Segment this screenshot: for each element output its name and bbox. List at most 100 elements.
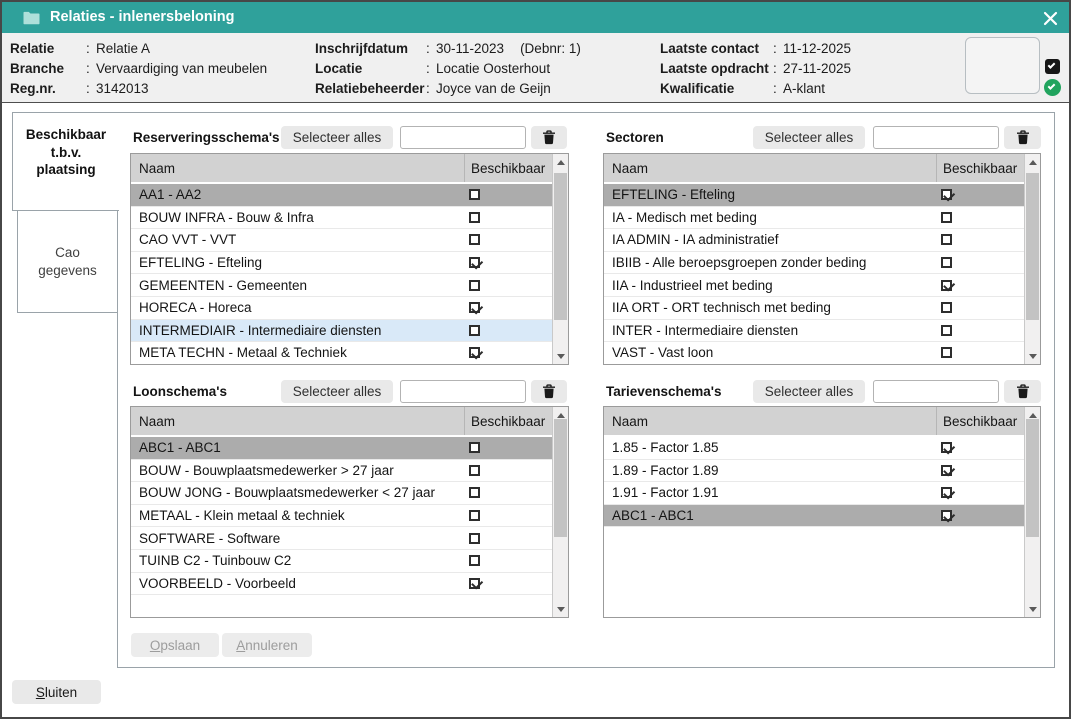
table-row[interactable]: IIA ORT - ORT technisch met beding <box>604 297 1024 320</box>
row-name: IA - Medisch met beding <box>604 210 936 225</box>
beschikbaar-checkbox[interactable] <box>469 189 480 200</box>
beschikbaar-checkbox[interactable] <box>941 325 952 336</box>
table-row[interactable]: HORECA - Horeca <box>131 297 552 320</box>
beschikbaar-checkbox[interactable] <box>941 302 952 313</box>
table-row[interactable]: ABC1 - ABC1 <box>131 437 552 460</box>
beschikbaar-checkbox[interactable] <box>941 234 952 245</box>
scrollbar-thumb[interactable] <box>554 419 567 537</box>
table-row[interactable]: TUINB C2 - Tuinbouw C2 <box>131 550 552 573</box>
beschikbaar-checkbox[interactable] <box>941 257 952 268</box>
beschikbaar-cell <box>936 280 1024 291</box>
beschikbaar-checkbox[interactable] <box>469 347 480 358</box>
search-input[interactable] <box>400 126 526 149</box>
table-row[interactable]: BOUW INFRA - Bouw & Infra <box>131 207 552 230</box>
beschikbaar-checkbox[interactable] <box>941 212 952 223</box>
table-row[interactable]: 1.91 - Factor 1.91 <box>604 482 1024 505</box>
table-row[interactable]: IBIIB - Alle beroepsgroepen zonder bedin… <box>604 252 1024 275</box>
table-row[interactable]: BOUW - Bouwplaatsmedewerker > 27 jaar <box>131 460 552 483</box>
beschikbaar-cell <box>464 325 552 336</box>
select-all-button[interactable]: Selecteer alles <box>753 380 865 403</box>
vertical-scrollbar[interactable] <box>552 154 568 364</box>
beschikbaar-checkbox[interactable] <box>469 555 480 566</box>
beschikbaar-checkbox[interactable] <box>941 189 952 200</box>
row-name: SOFTWARE - Software <box>131 531 464 546</box>
select-all-button[interactable]: Selecteer alles <box>753 126 865 149</box>
beschikbaar-checkbox[interactable] <box>469 533 480 544</box>
beschikbaar-checkbox[interactable] <box>469 487 480 498</box>
table-row[interactable]: IA - Medisch met beding <box>604 207 1024 230</box>
scroll-up-button[interactable] <box>1025 154 1040 170</box>
scroll-down-button[interactable] <box>1025 348 1040 364</box>
row-name: VAST - Vast loon <box>604 345 936 360</box>
beschikbaar-checkbox[interactable] <box>469 442 480 453</box>
close-button[interactable] <box>1038 7 1062 29</box>
scroll-down-button[interactable] <box>1025 601 1040 617</box>
cancel-button[interactable]: Annuleren <box>222 633 312 657</box>
select-all-button[interactable]: Selecteer alles <box>281 126 393 149</box>
select-all-button[interactable]: Selecteer alles <box>281 380 393 403</box>
tab-beschikbaar-tbv-plaatsing[interactable]: Beschikbaar t.b.v. plaatsing <box>12 112 119 211</box>
tab-cao-gegevens[interactable]: Cao gegevens <box>17 211 117 313</box>
scrollbar-thumb[interactable] <box>1026 419 1039 537</box>
beschikbaar-cell <box>464 533 552 544</box>
clear-filter-button[interactable] <box>531 380 567 403</box>
vertical-scrollbar[interactable] <box>1024 154 1040 364</box>
scrollbar-thumb[interactable] <box>554 173 567 320</box>
table-row[interactable]: VOORBEELD - Voorbeeld <box>131 573 552 596</box>
clear-filter-button[interactable] <box>1004 380 1041 403</box>
table-row[interactable]: INTER - Intermediaire diensten <box>604 320 1024 343</box>
scrollbar-thumb[interactable] <box>1026 173 1039 320</box>
search-input[interactable] <box>873 380 999 403</box>
table-row[interactable]: EFTELING - Efteling <box>604 184 1024 207</box>
beschikbaar-checkbox[interactable] <box>469 234 480 245</box>
beschikbaar-checkbox[interactable] <box>941 280 952 291</box>
row-name: 1.91 - Factor 1.91 <box>604 485 936 500</box>
clear-filter-button[interactable] <box>1004 126 1041 149</box>
field-label: Relatiebeheerder <box>315 80 426 98</box>
table-row[interactable]: META TECHN - Metaal & Techniek <box>131 342 552 364</box>
table-row[interactable]: AA1 - AA2 <box>131 184 552 207</box>
table-row[interactable]: CAO VVT - VVT <box>131 229 552 252</box>
beschikbaar-checkbox[interactable] <box>941 487 952 498</box>
beschikbaar-checkbox[interactable] <box>941 442 952 453</box>
beschikbaar-checkbox[interactable] <box>941 347 952 358</box>
save-button[interactable]: Opslaan <box>131 633 219 657</box>
table-row[interactable]: INTERMEDIAIR - Intermediaire diensten <box>131 320 552 343</box>
table-row[interactable]: 1.89 - Factor 1.89 <box>604 460 1024 483</box>
table-row[interactable]: GEMEENTEN - Gemeenten <box>131 274 552 297</box>
scroll-down-button[interactable] <box>553 601 568 617</box>
table-row[interactable]: SOFTWARE - Software <box>131 527 552 550</box>
beschikbaar-checkbox[interactable] <box>469 257 480 268</box>
beschikbaar-checkbox[interactable] <box>469 325 480 336</box>
checked-status-icon[interactable] <box>1045 59 1060 74</box>
beschikbaar-checkbox[interactable] <box>469 212 480 223</box>
approved-status-icon[interactable] <box>1044 79 1061 96</box>
beschikbaar-checkbox[interactable] <box>941 510 952 521</box>
clear-filter-button[interactable] <box>531 126 567 149</box>
scroll-down-button[interactable] <box>553 348 568 364</box>
table-row[interactable]: BOUW JONG - Bouwplaatsmedewerker < 27 ja… <box>131 482 552 505</box>
beschikbaar-checkbox[interactable] <box>469 280 480 291</box>
table-row[interactable]: IA ADMIN - IA administratief <box>604 229 1024 252</box>
table-row[interactable]: VAST - Vast loon <box>604 342 1024 364</box>
search-input[interactable] <box>400 380 526 403</box>
sluiten-button[interactable]: Sluiten <box>12 680 101 704</box>
table-row[interactable]: ABC1 - ABC1 <box>604 505 1024 528</box>
colon: : <box>426 60 436 78</box>
search-input[interactable] <box>873 126 999 149</box>
arrow-up-icon <box>557 413 565 418</box>
vertical-scrollbar[interactable] <box>552 407 568 617</box>
panel-title: Loonschema's <box>133 380 227 403</box>
beschikbaar-checkbox[interactable] <box>469 465 480 476</box>
scroll-up-button[interactable] <box>553 154 568 170</box>
table-row[interactable]: IIA - Industrieel met beding <box>604 274 1024 297</box>
beschikbaar-checkbox[interactable] <box>469 578 480 589</box>
table-row[interactable]: METAAL - Klein metaal & techniek <box>131 505 552 528</box>
beschikbaar-checkbox[interactable] <box>469 510 480 521</box>
beschikbaar-checkbox[interactable] <box>469 302 480 313</box>
table-row[interactable]: EFTELING - Efteling <box>131 252 552 275</box>
beschikbaar-checkbox[interactable] <box>941 465 952 476</box>
table-row[interactable]: 1.85 - Factor 1.85 <box>604 437 1024 460</box>
reserveringsschemas-table: Naam Beschikbaar AA1 - AA2BOUW INFRA - B… <box>130 153 569 365</box>
vertical-scrollbar[interactable] <box>1024 407 1040 617</box>
